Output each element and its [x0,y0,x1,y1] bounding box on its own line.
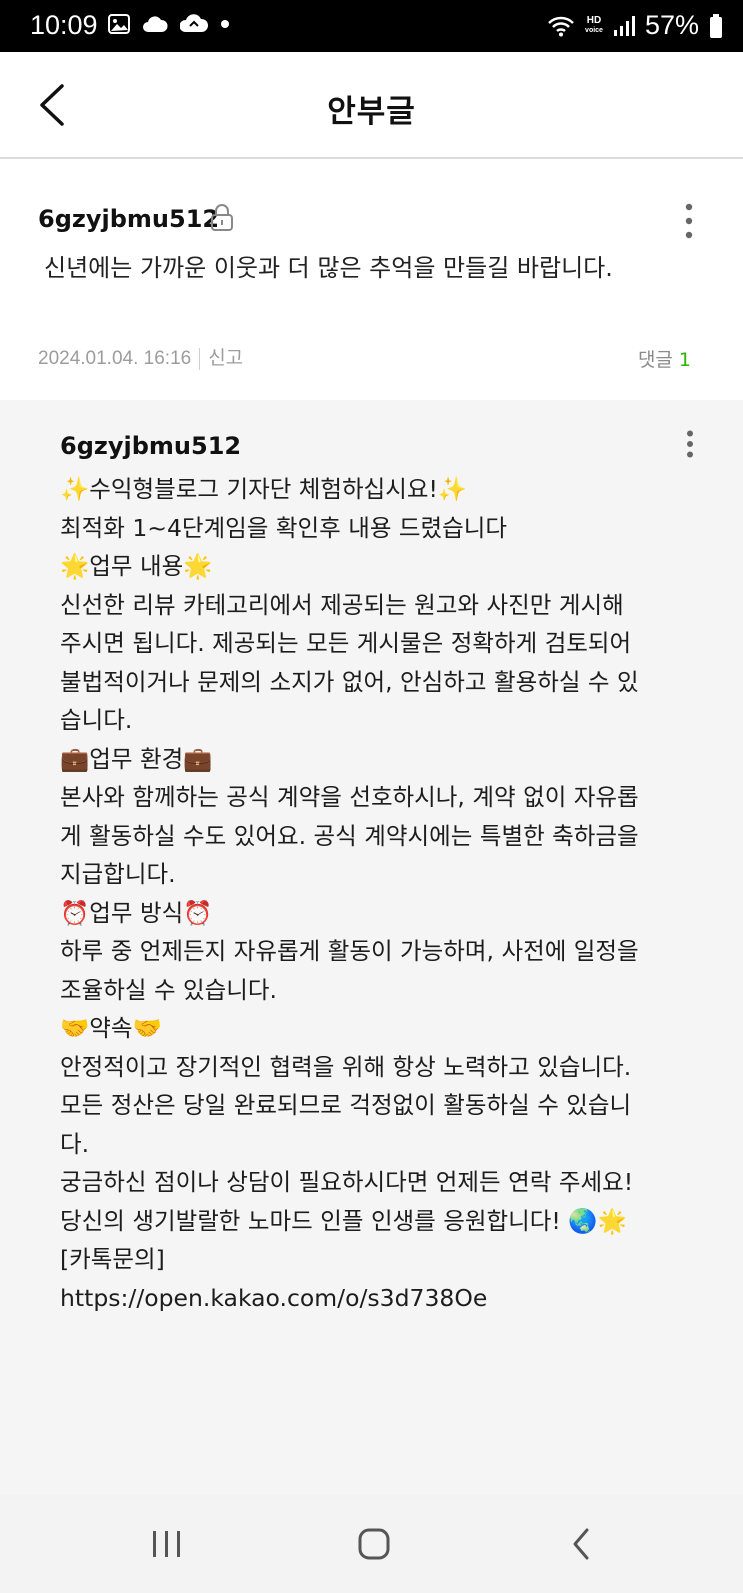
reply-line: 💼업무 환경💼 [60,744,213,773]
reply-line: 다. [60,1129,90,1158]
reply-line: 본사와 함께하는 공식 계약을 선호하시나, 계약 없이 자유롭 [60,783,639,811]
reply-line: ✨수익형블로그 기자단 체험하십시요!✨ [60,475,468,503]
reply-line: 게 활동하실 수도 있어요. 공식 계약시에는 특별한 축하금을 [60,821,639,850]
divider [199,347,201,370]
reply-line: 습니다. [60,706,133,734]
system-nav-bar [0,1495,743,1593]
post-text: 신년에는 가까운 이웃과 더 많은 추억을 만들길 바랍니다. [44,254,613,282]
hd-voice-icon: HD voice [585,14,603,34]
reply-line: ⏰업무 방식⏰ [60,898,213,927]
reply-line: 주시면 됩니다. 제공되는 모든 게시물은 정확하게 검토되어 [60,629,632,657]
gallery-icon [108,14,130,34]
app-bar: 안부글 [0,52,743,159]
kakao-link[interactable]: https://open.kakao.com/o/s3d738Oe [60,1279,700,1318]
more-vertical-icon[interactable] [686,430,694,458]
post-meta: 2024.01.04. 16:16 신고 [38,343,243,370]
reply-line: 궁금하신 점이나 상담이 필요하시다면 언제든 연락 주세요! [60,1168,634,1196]
nav-back-icon[interactable] [553,1517,613,1573]
reply-line: 🤝약속🤝 [60,1014,162,1042]
signal-icon [613,15,635,36]
status-time: 10:09 [30,10,98,40]
reply-body: ✨수익형블로그 기자단 체험하십시요!✨ 최적화 1~4단계임을 확인후 내용 … [60,470,700,1317]
post-date: 2024.01.04. 16:16 [38,348,192,369]
reply-line: 조율하실 수 있습니다. [60,975,277,1004]
reply-line: 당신의 생기발랄한 노마드 인플 인생를 응원합니다! 🌏🌟 [60,1206,627,1235]
page-title: 안부글 [327,94,416,130]
battery-icon [710,13,722,38]
reply-line: 신선한 리뷰 카테고리에서 제공되는 원고와 사진만 게시해 [60,590,624,619]
comment-number: 1 [678,349,691,371]
reply-line: 지급합니다. [60,860,176,888]
notification-dot-icon [221,20,229,28]
post-author[interactable]: 6gzyjbmu512 [38,205,219,233]
reply-author[interactable]: 6gzyjbmu512 [60,432,241,460]
reply-line: 안정적이고 장기적인 협력을 위해 항상 노력하고 있습니다. [60,1052,632,1081]
reply-line: 최적화 1~4단계임을 확인후 내용 드렸습니다 [60,513,508,542]
reply-line: 하루 중 언제든지 자유롭게 활동이 가능하며, 사전에 일정을 [60,937,639,965]
comment-count[interactable]: 댓글 1 [638,345,691,372]
sync-cloud-icon [180,14,208,32]
home-icon[interactable] [344,1517,404,1573]
lock-icon [211,204,233,231]
guestbook-post: 6gzyjbmu512 신년에는 가까운 이웃과 더 많은 추억을 만들길 바랍… [0,175,743,401]
cloud-icon [143,16,168,32]
recents-icon[interactable] [137,1517,197,1573]
more-vertical-icon[interactable] [685,203,693,239]
reply-item: 6gzyjbmu512 ✨수익형블로그 기자단 체험하십시요!✨ 최적화 1~4… [0,400,743,1495]
wifi-icon [548,16,574,36]
battery-percent: 57% [644,10,699,40]
reply-line: 모든 정산은 당일 완료되므로 걱정없이 활동하실 수 있습니 [60,1091,632,1119]
reply-line: 불법적이거나 문제의 소지가 없어, 안심하고 활용하실 수 있 [60,667,639,696]
report-link[interactable]: 신고 [208,348,243,369]
status-bar: 10:09 HD voice 57% [0,0,743,52]
reply-line: 🌟업무 내용🌟 [60,552,213,580]
comment-label: 댓글 [637,349,673,371]
reply-line: [카톡문의] [60,1245,165,1273]
